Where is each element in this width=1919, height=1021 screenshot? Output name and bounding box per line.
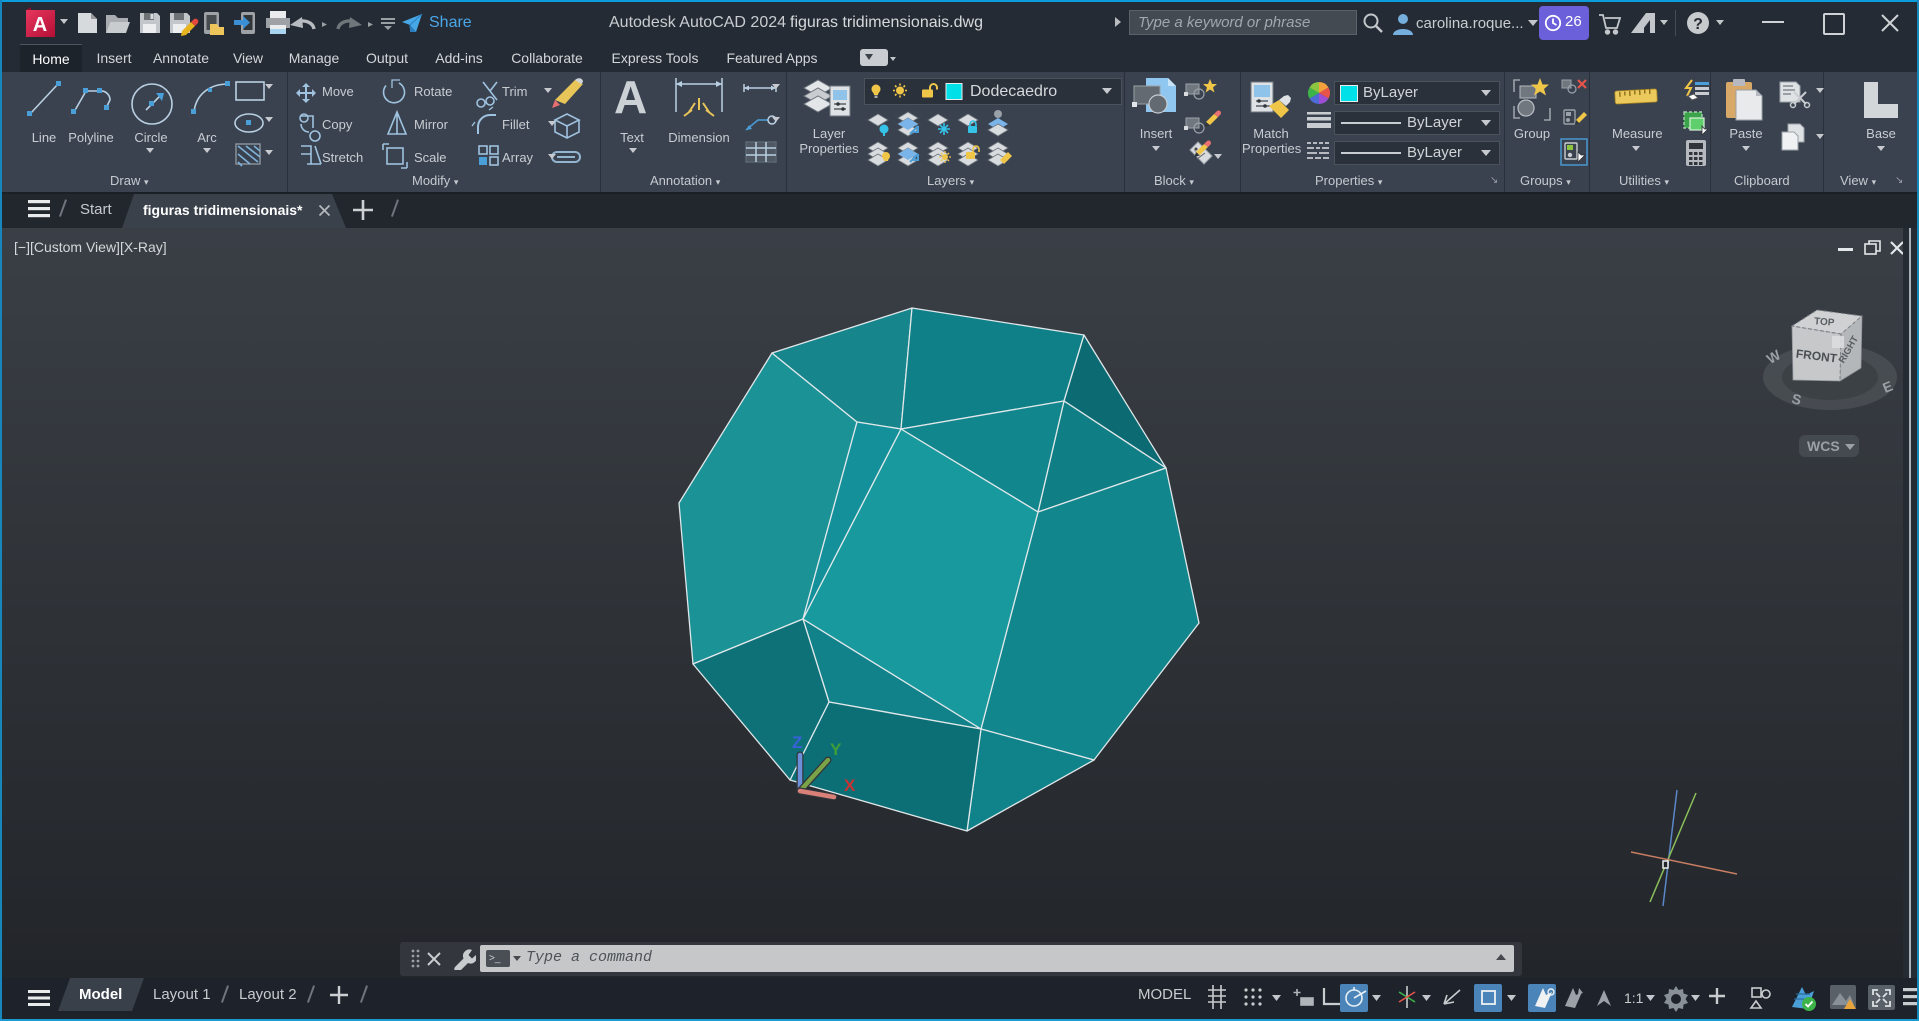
svg-text:Z: Z (792, 733, 802, 752)
svg-text:TOP: TOP (1814, 316, 1836, 329)
svg-text:A: A (33, 14, 47, 36)
svg-text:1:1: 1:1 (1624, 990, 1644, 1006)
svg-text:X: X (844, 776, 856, 795)
svg-text:Y: Y (830, 740, 842, 759)
svg-text:?: ? (1693, 16, 1703, 33)
